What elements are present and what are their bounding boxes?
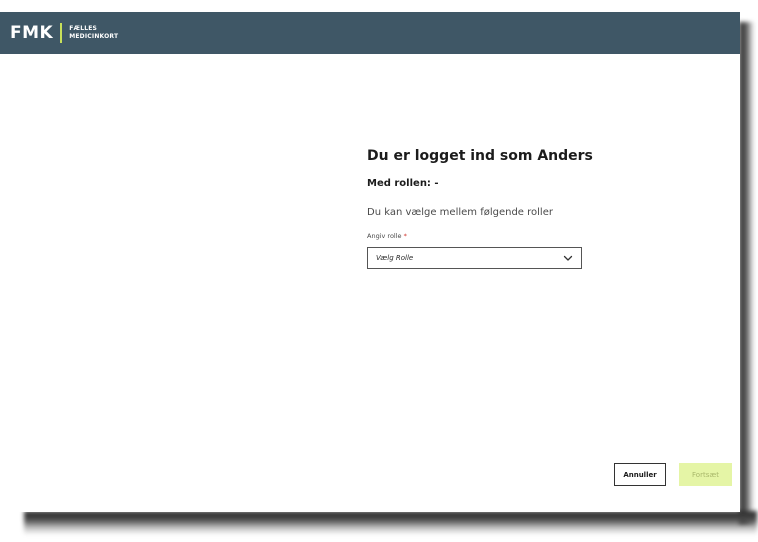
logo-subtitle-line1: FÆLLES — [69, 25, 98, 32]
role-field-label-text: Angiv rolle — [367, 232, 402, 240]
logo-divider — [60, 23, 63, 43]
role-select[interactable]: Vælg Rolle — [367, 247, 582, 269]
current-role: Med rollen: - — [367, 178, 439, 189]
role-selection-panel: Du er logget ind som Anders Med rollen: … — [367, 147, 687, 269]
logo-subtitle: FÆLLES MEDICINKORT — [69, 25, 118, 41]
continue-button[interactable]: Fortsæt — [679, 463, 732, 486]
app-window: FMK FÆLLES MEDICINKORT Du er logget ind … — [0, 12, 740, 512]
screenshot-stage: FMK FÆLLES MEDICINKORT Du er logget ind … — [0, 0, 758, 542]
fmk-logo[interactable]: FMK FÆLLES MEDICINKORT — [10, 22, 118, 44]
window-shadow-bottom — [24, 511, 757, 535]
logo-mark: FMK — [10, 23, 54, 43]
role-select-value: Vælg Rolle — [376, 254, 414, 262]
required-marker: * — [403, 232, 407, 240]
window-shadow-right — [739, 22, 755, 524]
choose-role-text: Du kan vælge mellem følgende roller — [367, 207, 553, 218]
page-title: Du er logget ind som Anders — [367, 148, 593, 164]
role-field-label: Angiv rolle * — [367, 232, 687, 241]
logo-subtitle-line2: MEDICINKORT — [69, 33, 119, 40]
top-bar: FMK FÆLLES MEDICINKORT — [0, 12, 740, 54]
chevron-down-icon — [563, 255, 573, 261]
cancel-button[interactable]: Annuller — [614, 463, 666, 486]
